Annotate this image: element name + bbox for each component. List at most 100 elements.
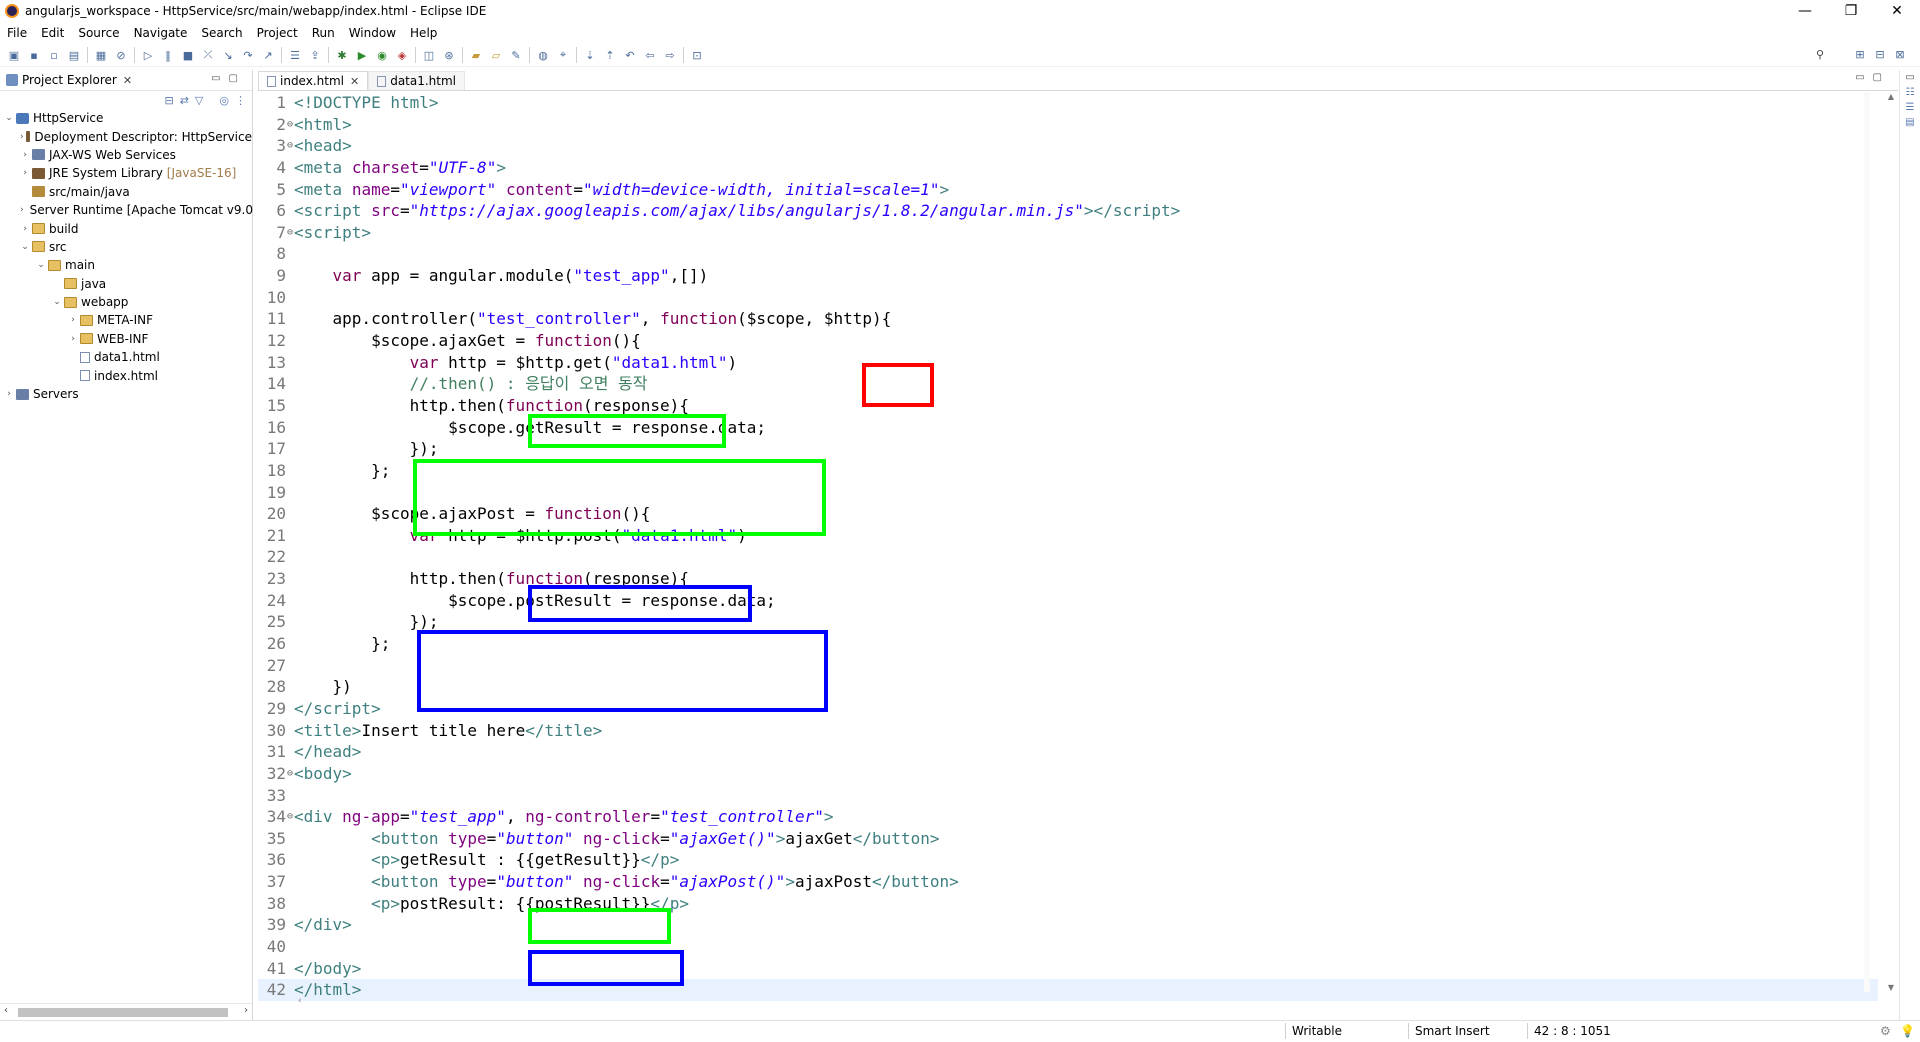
scroll-down-icon[interactable]: ▼ [1884,983,1898,992]
tree-node[interactable]: ⌄ webapp [0,293,252,311]
external-tools-icon[interactable]: ◈ [395,48,409,62]
tree-node[interactable]: › Servers [0,385,252,403]
filter-icon[interactable]: ▽ [195,94,203,107]
tree-node[interactable]: java [0,275,252,293]
minimize-button[interactable]: — [1782,0,1828,22]
code-line[interactable]: 2 ⊖ <html> [258,114,1878,136]
menu-help[interactable]: Help [403,26,444,40]
code-line[interactable]: 36 <p>getResult : {{getResult}}</p> [258,849,1878,871]
tree-node[interactable]: ⌄ src [0,238,252,256]
tree-node[interactable]: › build [0,219,252,237]
expanded-arrow-icon[interactable]: ⌄ [20,242,30,252]
debug-icon[interactable]: ✱ [335,48,349,62]
forward-icon[interactable]: ⇨ [663,48,677,62]
menu-edit[interactable]: Edit [34,26,71,40]
close-view-icon[interactable]: ✕ [123,74,132,87]
tree-node[interactable]: ⌄ HttpService [0,109,252,127]
open-folder-icon[interactable]: ▰ [469,48,483,62]
fold-marker-icon[interactable]: ⊖ [286,114,294,136]
terminal-icon[interactable]: ▦ [94,48,108,62]
menu-navigate[interactable]: Navigate [127,26,195,40]
java-perspective-icon[interactable]: ⊠ [1893,47,1907,61]
collapsed-arrow-icon[interactable]: › [20,168,30,178]
run-icon[interactable]: ▶ [355,48,369,62]
code-line[interactable]: 6 <script src="https://ajax.googleapis.co… [258,200,1878,222]
code-line[interactable]: 22 [258,546,1878,568]
project-explorer-tab[interactable]: Project Explorer ✕ [0,73,138,87]
scroll-up-icon[interactable]: ▲ [1884,92,1898,101]
menu-file[interactable]: File [0,26,34,40]
collapse-all-icon[interactable]: ⊟ [164,94,173,107]
globe-icon[interactable]: ◍ [536,48,550,62]
code-line[interactable]: 14 //.then() : 응답이 오면 동작 [258,373,1878,395]
tab-index-html[interactable]: index.html ✕ [258,71,369,90]
code-line[interactable]: 31 </head> [258,741,1878,763]
resume-icon[interactable]: ▷ [141,48,155,62]
code-line[interactable]: 5 <meta name="viewport" content="width=de… [258,179,1878,201]
code-line[interactable]: 34 ⊖ <div ng-app="test_app", ng-controller… [258,806,1878,828]
fold-marker-icon[interactable]: ⊖ [286,222,294,244]
menu-search[interactable]: Search [194,26,249,40]
suspend-icon[interactable]: ‖ [161,48,175,62]
collapsed-arrow-icon[interactable]: › [20,224,30,234]
disconnect-icon[interactable]: ⤫ [201,48,215,62]
fold-marker-icon[interactable]: ⊖ [286,763,294,785]
fold-marker-icon[interactable]: ⊖ [286,806,294,828]
collapsed-arrow-icon[interactable]: › [68,334,78,344]
code-line[interactable]: 40 [258,936,1878,958]
collapsed-arrow-icon[interactable]: › [20,150,30,160]
collapsed-arrow-icon[interactable]: › [4,389,14,399]
code-line[interactable]: 15 http.then(function(response){ [258,395,1878,417]
code-line[interactable]: 35 <button type="button" ng-click="ajaxG… [258,828,1878,850]
tree-node[interactable]: › Deployment Descriptor: HttpService [0,127,252,145]
code-line[interactable]: 33 [258,785,1878,807]
vertical-scrollbar[interactable]: ▲ ▼ [1884,92,1898,992]
code-line[interactable]: 11 app.controller("test_controller", fun… [258,308,1878,330]
code-line[interactable]: 12 $scope.ajaxGet = function(){ [258,330,1878,352]
tree-node[interactable]: index.html [0,366,252,384]
code-line[interactable]: 23 http.then(function(response){ [258,568,1878,590]
code-line[interactable]: 7 ⊖ <script> [258,222,1878,244]
step-over-icon[interactable]: ↷ [241,48,255,62]
code-line[interactable]: 24 $scope.postResult = response.data; [258,590,1878,612]
expanded-arrow-icon[interactable]: ⌄ [36,260,46,270]
code-line[interactable]: 1 <!DOCTYPE html> [258,92,1878,114]
new-icon[interactable]: ▣ [7,48,21,62]
publish-icon[interactable]: ⇪ [308,48,322,62]
step-return-icon[interactable]: ↗ [261,48,275,62]
collapsed-arrow-icon[interactable]: › [20,132,24,142]
code-line[interactable]: 41 </body> [258,958,1878,980]
tip-icon[interactable]: 💡 [1900,1024,1915,1038]
collapsed-arrow-icon[interactable]: › [20,205,24,215]
expanded-arrow-icon[interactable]: ⌄ [4,113,14,123]
restore-icon[interactable]: ▭ [1900,72,1920,83]
code-line[interactable]: 30 <title>Insert title here</title> [258,720,1878,742]
next-annotation-icon[interactable]: ⇣ [583,48,597,62]
code-line[interactable]: 39 </div> [258,914,1878,936]
step-into-icon[interactable]: ↘ [221,48,235,62]
expanded-arrow-icon[interactable]: ⌄ [52,297,62,307]
horizontal-scrollbar[interactable]: ‹ › [0,1003,252,1020]
open-type-icon[interactable]: ⊛ [442,48,456,62]
tree-node[interactable]: ⌄ main [0,256,252,274]
code-line[interactable]: 38 <p>postResult: {{postResult}}</p> [258,893,1878,915]
code-line[interactable]: 8 [258,243,1878,265]
save-all-icon[interactable]: ▫ [47,48,61,62]
code-line[interactable]: 4 <meta charset="UTF-8"> [258,157,1878,179]
tree-node[interactable]: data1.html [0,348,252,366]
editor-minmax-icon[interactable]: ▭▢ [1855,72,1890,83]
notification-icon[interactable]: ⚙ [1880,1024,1891,1038]
code-line[interactable]: 3 ⊖ <head> [258,135,1878,157]
task-list-icon[interactable]: ☰ [1900,102,1920,113]
open-perspective-icon[interactable]: ⊞ [1853,47,1867,61]
save-icon[interactable]: ▪ [27,48,41,62]
prev-annotation-icon[interactable]: ⇡ [603,48,617,62]
terminate-icon[interactable]: ■ [181,48,195,62]
code-line[interactable]: 32 ⊖ <body> [258,763,1878,785]
fold-marker-icon[interactable]: ⊖ [286,135,294,157]
menu-source[interactable]: Source [71,26,126,40]
back-icon[interactable]: ⇦ [643,48,657,62]
search-tool-icon[interactable]: ✎ [509,48,523,62]
close-button[interactable]: ✕ [1874,0,1920,22]
tree-node[interactable]: › JAX-WS Web Services [0,146,252,164]
